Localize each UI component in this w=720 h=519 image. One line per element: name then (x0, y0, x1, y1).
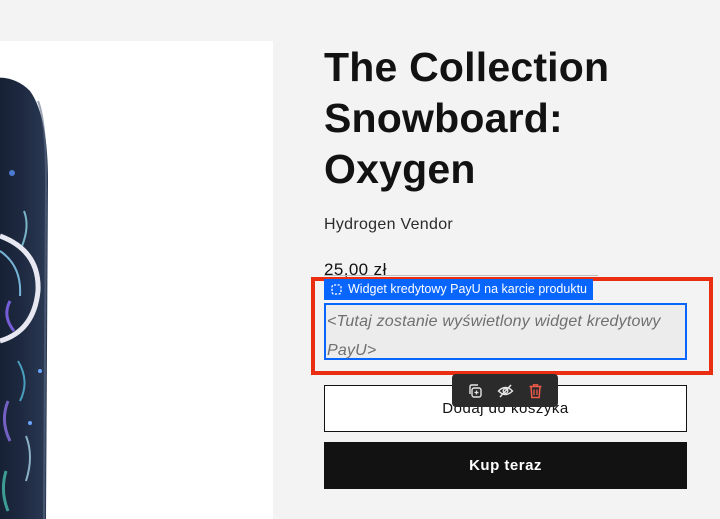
duplicate-icon[interactable] (464, 380, 486, 402)
product-title: The Collection Snowboard: Oxygen (324, 44, 610, 192)
snowboard-image (0, 77, 48, 519)
dashed-square-icon (331, 284, 342, 295)
delete-trash-icon[interactable] (524, 380, 546, 402)
block-toolbar (452, 374, 558, 407)
hide-eye-icon[interactable] (494, 380, 516, 402)
product-vendor: Hydrogen Vendor (324, 216, 454, 233)
block-label-badge[interactable]: Widget kredytowy PayU na karcie produktu (324, 279, 593, 300)
product-image[interactable] (0, 41, 273, 519)
buy-now-button[interactable]: Kup teraz (324, 442, 687, 489)
payu-widget-placeholder[interactable]: <Tutaj zostanie wyświetlony widget kredy… (324, 303, 687, 360)
block-label-text: Widget kredytowy PayU na karcie produktu (348, 282, 587, 296)
divider (324, 275, 598, 276)
